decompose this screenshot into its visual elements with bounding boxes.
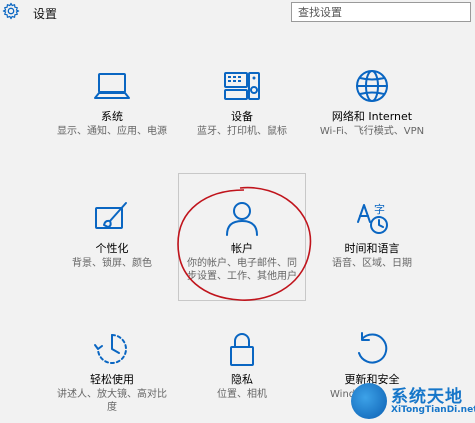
person-icon	[226, 202, 258, 236]
gear-icon	[2, 2, 20, 20]
tile-description: 语音、区域、日期	[332, 258, 412, 269]
tile-label: 个性化	[95, 242, 129, 255]
laptop-icon	[94, 73, 130, 99]
keyboard-speaker-icon	[224, 72, 260, 100]
tile-label: 系统	[101, 110, 123, 123]
tile-accounts[interactable]: 帐户 你的帐户、电子邮件、同步设置、工作、其他用户	[178, 200, 306, 283]
tile-label: 时间和语言	[344, 242, 400, 255]
tile-privacy[interactable]: 隐私 位置、相机	[178, 331, 306, 401]
search-input[interactable]	[291, 2, 471, 22]
tile-label: 帐户	[231, 242, 253, 255]
ease-of-access-icon	[94, 334, 127, 364]
tile-description: Wi-Fi、飞行模式、VPN	[319, 126, 425, 137]
tile-label: 轻松使用	[90, 373, 134, 386]
svg-text:字: 字	[374, 202, 385, 216]
tile-devices[interactable]: 设备 蓝牙、打印机、鼠标	[178, 68, 306, 138]
tile-time-language[interactable]: 字 时间和语言 语音、区域、日期	[308, 200, 436, 270]
watermark-title: 系统天地	[391, 387, 463, 407]
tile-personalization[interactable]: 个性化 背景、锁屏、颜色	[48, 200, 176, 270]
tile-description: 你的帐户、电子邮件、同步设置、工作、其他用户	[187, 258, 297, 282]
language-clock-icon: 字	[357, 202, 388, 234]
lock-icon	[230, 333, 254, 366]
tile-label: 网络和 Internet	[331, 110, 413, 123]
globe-icon	[356, 70, 388, 102]
tile-ease-of-access[interactable]: 轻松使用 讲述人、放大镜、高对比度	[48, 331, 176, 414]
tile-system[interactable]: 系统 显示、通知、应用、电源	[48, 68, 176, 138]
tile-label: 隐私	[231, 373, 253, 386]
watermark-url: XiTongTianDi.net	[391, 405, 475, 415]
title-bar: 设置	[0, 0, 475, 26]
tile-description: 背景、锁屏、颜色	[72, 258, 152, 269]
tile-description: 讲述人、放大镜、高对比度	[57, 389, 167, 413]
tile-description: 蓝牙、打印机、鼠标	[197, 126, 287, 137]
sync-icon	[358, 332, 388, 364]
tile-description: 位置、相机	[217, 389, 267, 400]
brush-screen-icon	[95, 202, 127, 229]
window-title: 设置	[33, 7, 58, 21]
tile-description: 显示、通知、应用、电源	[57, 126, 167, 137]
watermark: 系统天地 XiTongTianDi.net	[351, 381, 475, 421]
tile-label: 设备	[231, 110, 253, 123]
tile-network[interactable]: 网络和 Internet Wi-Fi、飞行模式、VPN	[308, 68, 436, 138]
watermark-logo-icon	[351, 383, 387, 419]
